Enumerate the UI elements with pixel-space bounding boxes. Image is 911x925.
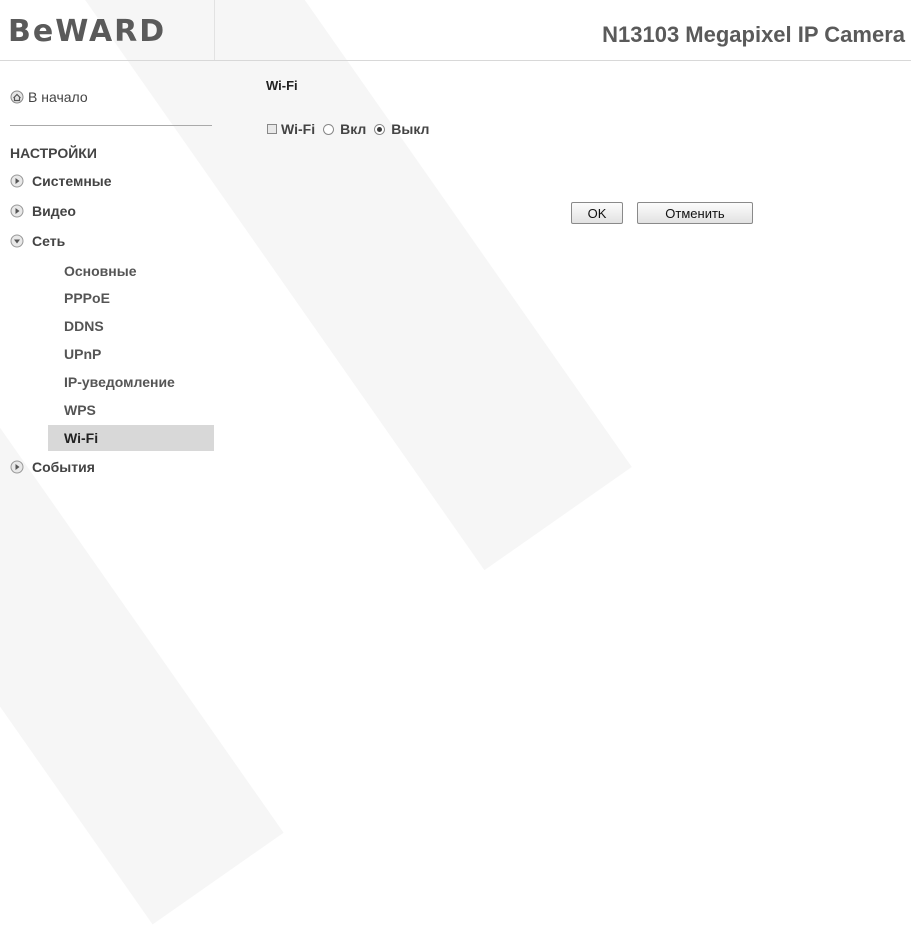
wifi-off-label: Выкл [391,121,430,137]
home-link[interactable]: В начало [10,89,88,105]
sidebar-item-video[interactable]: Видео [10,203,76,219]
sidebar-item-label: Сеть [32,233,66,249]
wifi-on-label: Вкл [340,121,367,137]
chevron-right-icon [10,174,24,188]
sidebar-item-label: События [32,459,95,475]
wifi-label: Wi-Fi [281,121,316,137]
sidebar-subitem-ip-notify[interactable]: IP-уведомление [64,374,175,390]
sidebar-subitem-pppoe[interactable]: PPPoE [64,290,110,306]
ok-button[interactable]: OK [571,202,623,224]
page-title: Wi-Fi [266,78,298,93]
wifi-on-radio[interactable] [323,123,335,135]
home-icon [10,90,24,104]
wifi-off-radio[interactable] [374,123,386,135]
wifi-toggle-row: Wi-Fi Вкл Выкл [267,121,429,137]
header: BeWARD N13103 Megapixel IP Camera [0,0,911,61]
brand-logo: BeWARD [8,14,167,49]
camera-title: N13103 Megapixel IP Camera [602,22,905,47]
sidebar-item-events[interactable]: События [10,459,95,475]
chevron-right-icon [10,204,24,218]
chevron-down-icon [10,234,24,248]
chevron-right-icon [10,460,24,474]
sidebar: В начало НАСТРОЙКИ Системные Видео Сеть … [0,61,214,481]
bullet-square-icon [267,124,277,134]
sidebar-item-label: Системные [32,173,112,189]
settings-section-title: НАСТРОЙКИ [10,145,97,161]
sidebar-item-network[interactable]: Сеть [10,233,65,249]
sidebar-divider [10,125,212,126]
sidebar-subitem-ddns[interactable]: DDNS [64,318,104,334]
sidebar-subitem-upnp[interactable]: UPnP [64,346,101,362]
sidebar-item-label: Видео [32,203,76,219]
header-divider [214,0,215,60]
sidebar-subitem-wps[interactable]: WPS [64,402,96,418]
home-label: В начало [28,89,88,105]
sidebar-subitem-basic[interactable]: Основные [64,263,137,279]
sidebar-subitem-wifi[interactable]: Wi-Fi [64,430,98,446]
main-content: Wi-Fi Wi-Fi Вкл Выкл OK Отменить [215,61,911,481]
sidebar-item-system[interactable]: Системные [10,173,112,189]
cancel-button[interactable]: Отменить [637,202,753,224]
